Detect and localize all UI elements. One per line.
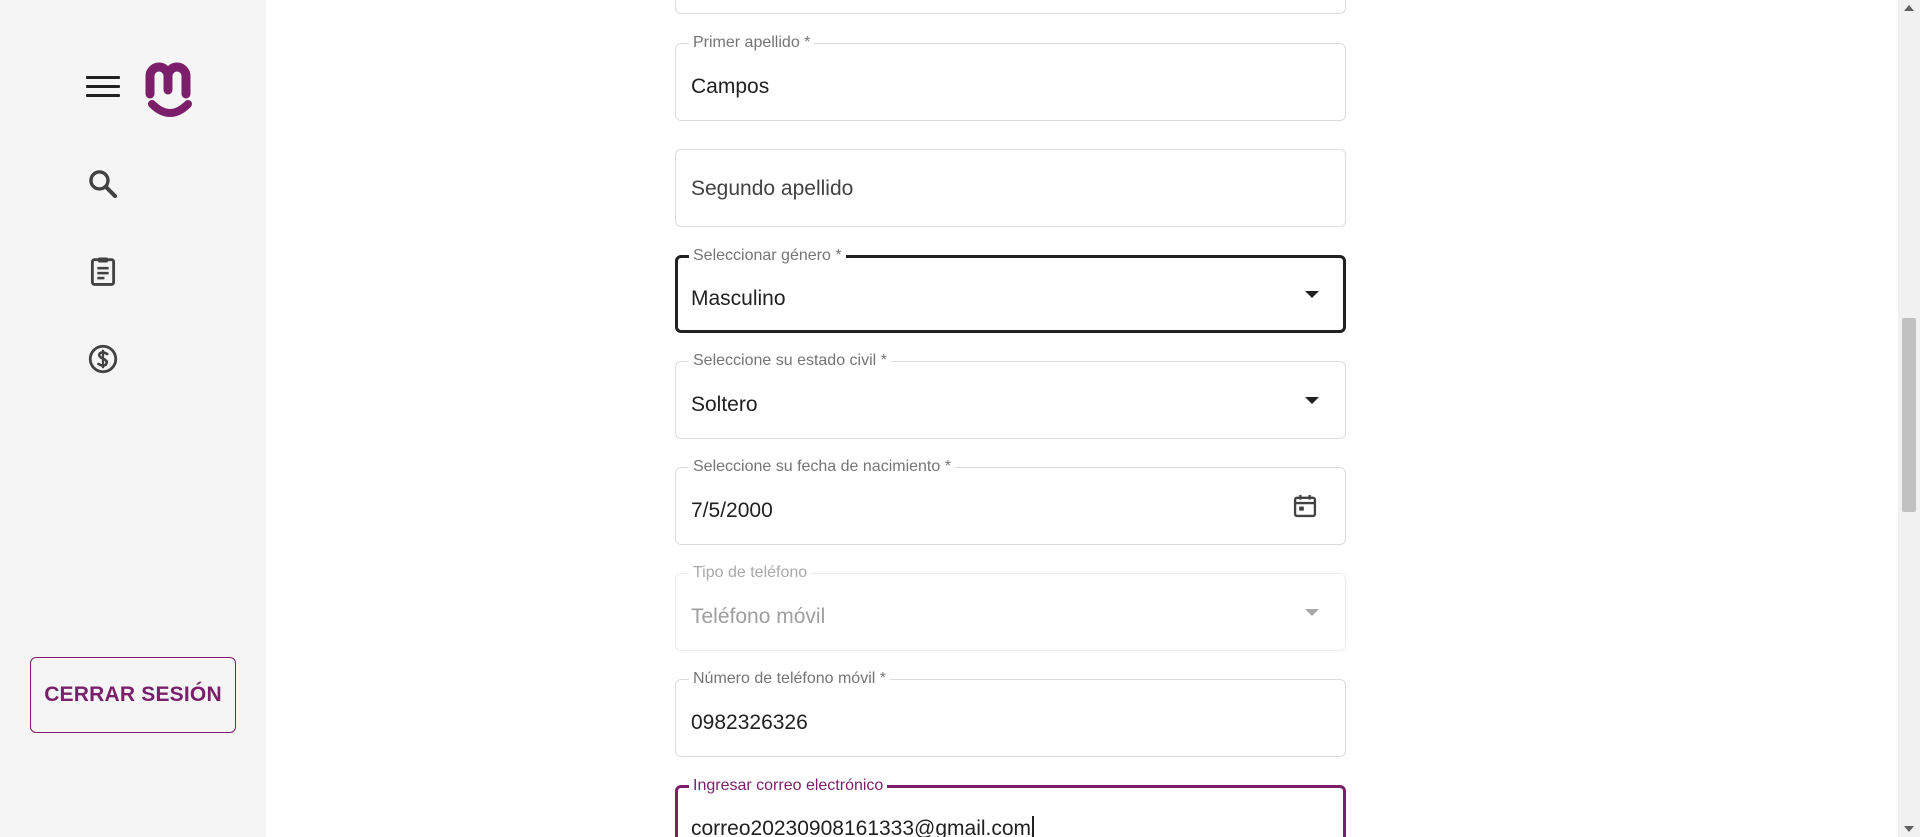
field-value: Campos <box>691 75 770 98</box>
chevron-down-icon[interactable] <box>1305 397 1319 404</box>
clipboard-icon[interactable] <box>86 254 120 288</box>
tipo-telefono-select: Tipo de teléfono Teléfono móvil <box>675 563 1346 651</box>
logout-button[interactable]: CERRAR SESIÓN <box>30 657 236 733</box>
correo-field[interactable]: Ingresar correo electrónico correo202309… <box>675 776 1346 837</box>
brand-logo[interactable] <box>144 60 196 120</box>
calendar-icon[interactable] <box>1291 492 1319 520</box>
field-value: Soltero <box>691 393 758 416</box>
field-value-text: correo20230908161333@gmail.com <box>691 817 1032 837</box>
field-placeholder: Segundo apellido <box>691 177 854 200</box>
estado-civil-select[interactable]: Seleccione su estado civil * Soltero <box>675 351 1346 439</box>
scroll-thumb[interactable] <box>1902 318 1916 512</box>
fecha-nacimiento-field[interactable]: Seleccione su fecha de nacimiento * 7/5/… <box>675 457 1346 545</box>
dollar-icon[interactable] <box>86 342 120 376</box>
field-label: Número de teléfono móvil * <box>689 669 890 689</box>
app-root: CERRAR SESIÓN Primer apellido * Campos S… <box>0 0 1920 837</box>
field-value: Masculino <box>691 287 786 310</box>
genero-select[interactable]: Seleccionar género * Masculino <box>675 246 1346 333</box>
primer-apellido-field[interactable]: Primer apellido * Campos <box>675 33 1346 121</box>
chevron-down-icon[interactable] <box>1305 291 1319 298</box>
search-icon[interactable] <box>86 167 120 201</box>
text-cursor <box>1032 816 1034 837</box>
scroll-up-icon[interactable] <box>1904 5 1914 11</box>
field-label: Ingresar correo electrónico <box>689 776 888 796</box>
telefono-movil-field[interactable]: Número de teléfono móvil * 0982326326 <box>675 669 1346 757</box>
field-value: Teléfono móvil <box>691 605 826 628</box>
field-label: Seleccionar género * <box>689 246 846 266</box>
segundo-apellido-field[interactable]: Segundo apellido <box>675 149 1346 227</box>
sidebar: CERRAR SESIÓN <box>0 0 266 837</box>
field-value: correo20230908161333@gmail.com <box>691 816 1034 837</box>
scrollbar[interactable] <box>1898 0 1920 837</box>
previous-field[interactable] <box>675 0 1346 14</box>
menu-icon[interactable] <box>86 76 120 102</box>
field-value: 7/5/2000 <box>691 499 773 522</box>
field-label: Seleccione su fecha de nacimiento * <box>689 457 955 477</box>
field-label: Seleccione su estado civil * <box>689 351 891 371</box>
scroll-down-icon[interactable] <box>1904 826 1914 832</box>
field-value: 0982326326 <box>691 711 808 734</box>
chevron-down-icon <box>1305 609 1319 616</box>
field-label: Primer apellido * <box>689 33 815 53</box>
field-label: Tipo de teléfono <box>689 563 812 583</box>
